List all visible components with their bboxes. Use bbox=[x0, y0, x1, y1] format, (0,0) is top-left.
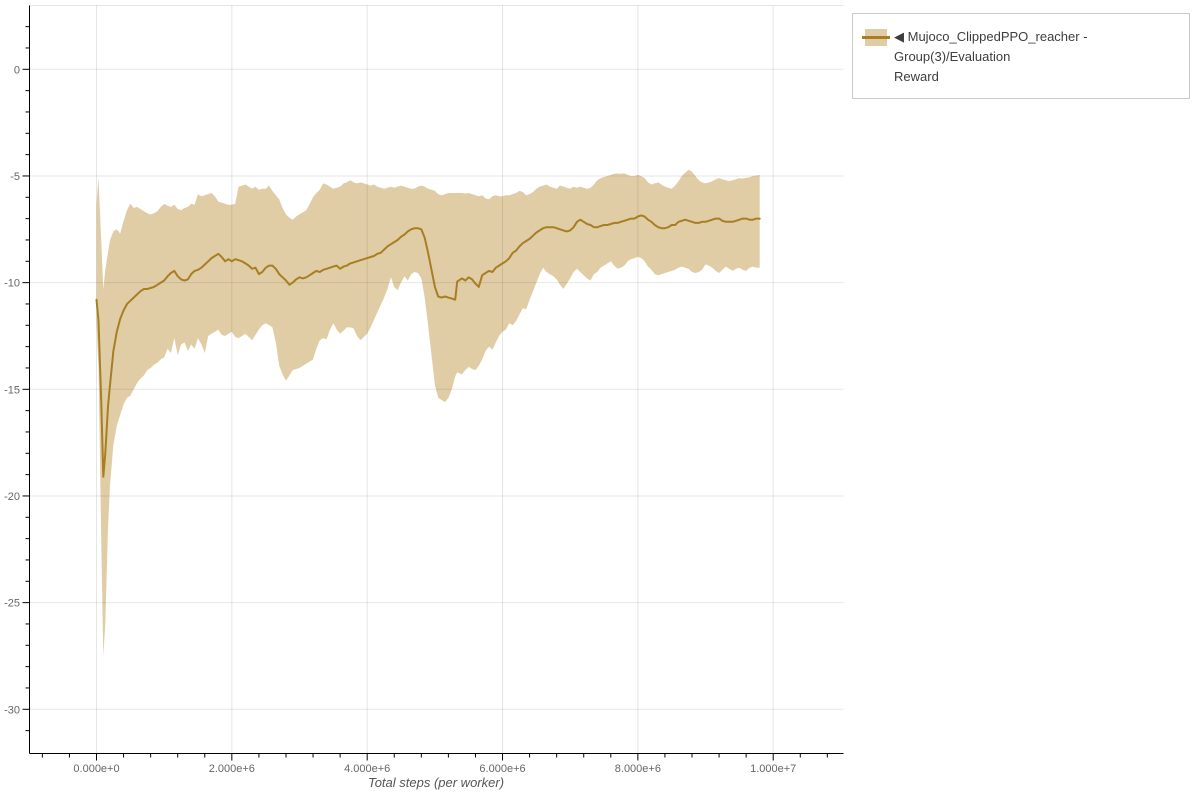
legend-label-line2: Reward bbox=[894, 69, 939, 84]
svg-text:8.000e+6: 8.000e+6 bbox=[615, 763, 661, 775]
legend-swatch-line-icon bbox=[862, 36, 890, 39]
legend-box[interactable]: ◀ Mujoco_ClippedPPO_reacher - Group(3)/E… bbox=[852, 13, 1190, 99]
x-axis-title: Total steps (per worker) bbox=[367, 775, 505, 790]
svg-text:0.000e+0: 0.000e+0 bbox=[73, 763, 119, 775]
svg-text:-25: -25 bbox=[4, 598, 20, 610]
svg-text:4.000e+6: 4.000e+6 bbox=[344, 763, 390, 775]
svg-text:-20: -20 bbox=[4, 491, 20, 503]
plot-svg[interactable]: 0.000e+0 2.000e+6 4.000e+6 6.000e+6 8.000e+6… bbox=[0, 0, 1200, 800]
svg-text:2.000e+6: 2.000e+6 bbox=[209, 763, 255, 775]
svg-text:-10: -10 bbox=[4, 278, 20, 290]
legend-label-line1: ◀ Mujoco_ClippedPPO_reacher - Group(3)/E… bbox=[894, 29, 1088, 64]
svg-text:0: 0 bbox=[14, 64, 20, 76]
svg-text:-5: -5 bbox=[10, 171, 20, 183]
svg-text:1.000e+7: 1.000e+7 bbox=[750, 763, 796, 775]
svg-text:-30: -30 bbox=[4, 704, 20, 716]
legend-label: ◀ Mujoco_ClippedPPO_reacher - Group(3)/E… bbox=[894, 27, 1179, 87]
legend-swatch-icon bbox=[862, 29, 890, 46]
svg-text:-15: -15 bbox=[4, 384, 20, 396]
svg-text:6.000e+6: 6.000e+6 bbox=[479, 763, 525, 775]
training-dashboard-page: 0.000e+0 2.000e+6 4.000e+6 6.000e+6 8.000e+6… bbox=[0, 0, 1200, 800]
